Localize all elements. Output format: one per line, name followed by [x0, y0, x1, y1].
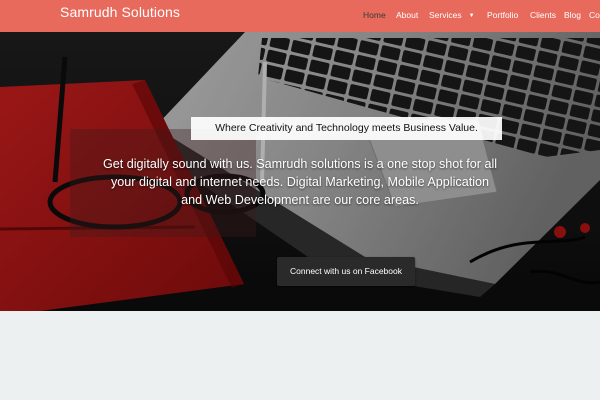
- top-navbar: Samrudh Solutions Home About Services ▼ P…: [0, 0, 600, 32]
- nav-item-clients[interactable]: Clients: [530, 10, 556, 20]
- hero-tagline: Where Creativity and Technology meets Bu…: [191, 117, 502, 140]
- nav-item-contact[interactable]: Co: [589, 10, 600, 20]
- nav-item-portfolio[interactable]: Portfolio: [487, 10, 518, 20]
- hero-description: Get digitally sound with us. Samrudh sol…: [102, 157, 498, 207]
- connect-facebook-button[interactable]: Connect with us on Facebook: [277, 257, 415, 286]
- hero-banner: Where Creativity and Technology meets Bu…: [0, 32, 600, 311]
- nav-item-blog[interactable]: Blog: [564, 10, 581, 20]
- content-section: [0, 311, 600, 400]
- chevron-down-icon: ▼: [468, 13, 475, 19]
- nav-item-about[interactable]: About: [396, 10, 418, 20]
- main-nav: Home About Services ▼ Portfolio Clients B…: [0, 10, 600, 24]
- nav-item-home[interactable]: Home: [363, 10, 386, 20]
- nav-item-services-label: Services: [429, 10, 462, 20]
- nav-item-services[interactable]: Services ▼: [429, 10, 475, 20]
